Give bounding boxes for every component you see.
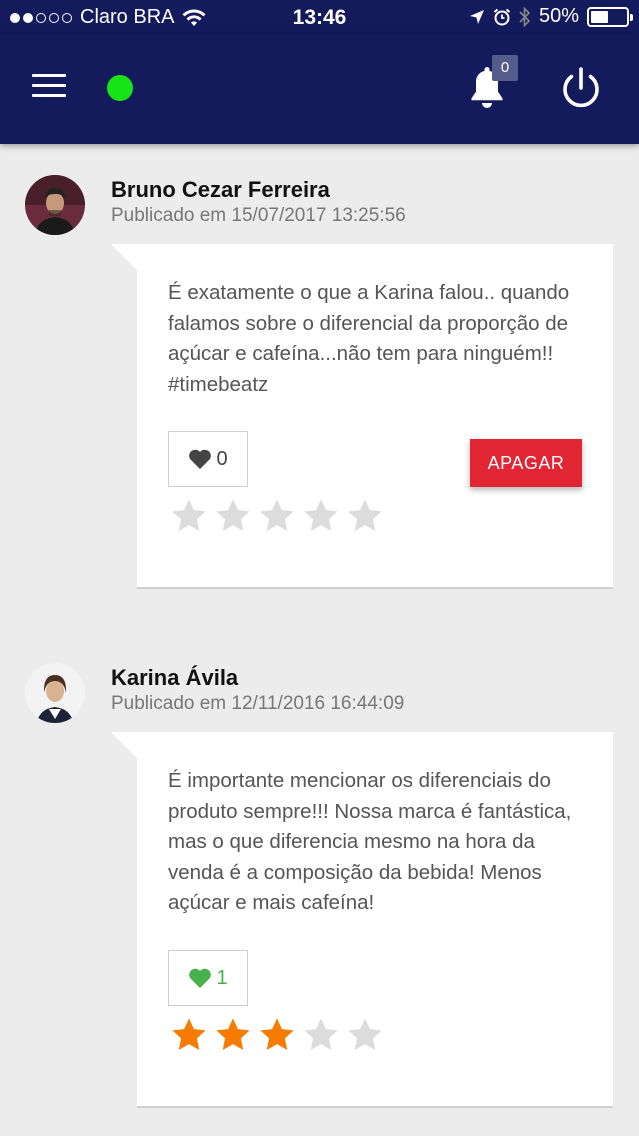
status-right: 50%	[469, 5, 633, 28]
star-icon[interactable]	[258, 497, 296, 535]
power-icon[interactable]	[558, 66, 604, 112]
like-count: 0	[216, 447, 228, 470]
post-date: Publicado em 12/11/2016 16:44:09	[111, 693, 405, 714]
heart-icon	[189, 449, 212, 469]
hamburger-menu-icon[interactable]	[32, 74, 66, 102]
post-text: É exatamente o que a Karina falou.. quan…	[168, 281, 570, 396]
star-icon[interactable]	[302, 1016, 340, 1054]
post-text: É importante mencionar os diferenciais d…	[168, 769, 572, 914]
author-name[interactable]: Bruno Cezar Ferreira	[111, 177, 330, 203]
avatar[interactable]	[25, 663, 85, 723]
battery-percentage: 50%	[538, 5, 579, 27]
like-button[interactable]: 0	[168, 431, 248, 487]
post-card: É exatamente o que a Karina falou.. quan…	[111, 244, 613, 589]
alarm-clock-icon	[493, 8, 511, 25]
bluetooth-icon	[519, 6, 531, 27]
online-status-indicator	[107, 75, 133, 101]
location-arrow-icon	[469, 9, 484, 24]
like-count: 1	[216, 966, 228, 989]
post-date: Publicado em 15/07/2017 13:25:56	[111, 205, 406, 226]
status-bar: Claro BRA 13:46 50%	[0, 0, 639, 34]
star-icon[interactable]	[170, 1016, 208, 1054]
star-icon[interactable]	[258, 1016, 296, 1054]
star-icon[interactable]	[170, 497, 208, 535]
star-rating[interactable]	[170, 1016, 384, 1054]
star-icon[interactable]	[302, 497, 340, 535]
star-icon[interactable]	[214, 497, 252, 535]
heart-icon	[189, 968, 212, 988]
battery-icon	[587, 6, 633, 27]
battery-fill	[591, 10, 608, 23]
star-icon[interactable]	[346, 1016, 384, 1054]
avatar[interactable]	[25, 175, 85, 235]
post-card: É importante mencionar os diferenciais d…	[111, 732, 613, 1108]
star-icon[interactable]	[346, 497, 384, 535]
notifications-count-badge: 0	[492, 55, 518, 81]
delete-button[interactable]: APAGAR	[470, 439, 582, 487]
star-rating[interactable]	[170, 497, 384, 535]
author-name[interactable]: Karina Ávila	[111, 665, 238, 691]
star-icon[interactable]	[214, 1016, 252, 1054]
app-header: 0	[0, 34, 639, 144]
like-button[interactable]: 1	[168, 950, 248, 1006]
